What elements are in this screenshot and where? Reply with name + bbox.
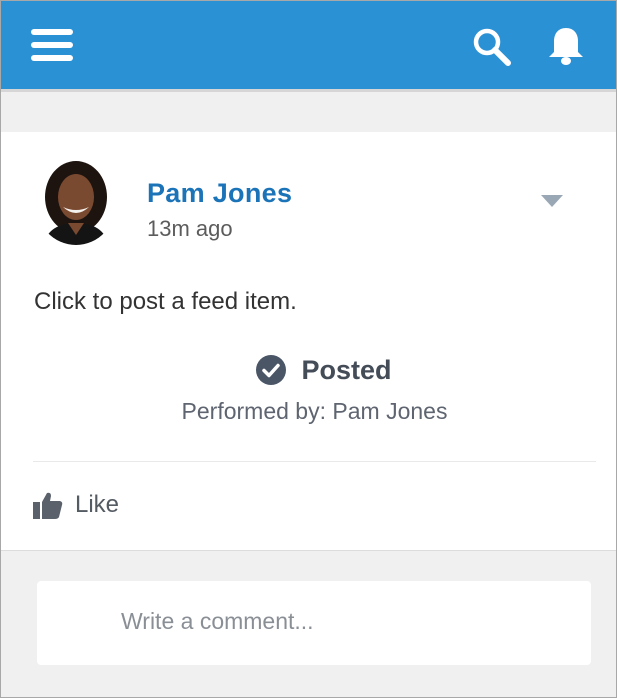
performed-by-text: Performed by: Pam Jones [181,398,448,424]
thumbs-up-icon [33,492,63,519]
avatar[interactable] [35,157,117,245]
comment-input[interactable]: Write a comment... [37,581,591,665]
divider [33,461,596,462]
header-shadow [1,89,616,92]
feed-item-text[interactable]: Click to post a feed item. [34,288,297,316]
like-button[interactable]: Like [32,490,119,520]
author-name-link[interactable]: Pam Jones [147,178,292,209]
feed-item-card: Pam Jones 13m ago Click to post a feed i… [1,132,616,550]
bell-icon[interactable] [545,25,587,67]
status-label: Posted [301,354,392,385]
search-icon[interactable] [471,27,513,67]
hamburger-menu-icon[interactable] [29,27,75,63]
check-circle-icon [256,355,287,385]
like-label: Like [75,491,120,518]
chevron-down-icon[interactable] [539,190,565,210]
app-frame: Pam Jones 13m ago Click to post a feed i… [0,0,617,698]
post-timestamp[interactable]: 13m ago [147,216,233,242]
top-navigation-bar [1,1,616,89]
status-row: Posted [1,354,616,386]
comment-section: Write a comment... [1,550,616,697]
